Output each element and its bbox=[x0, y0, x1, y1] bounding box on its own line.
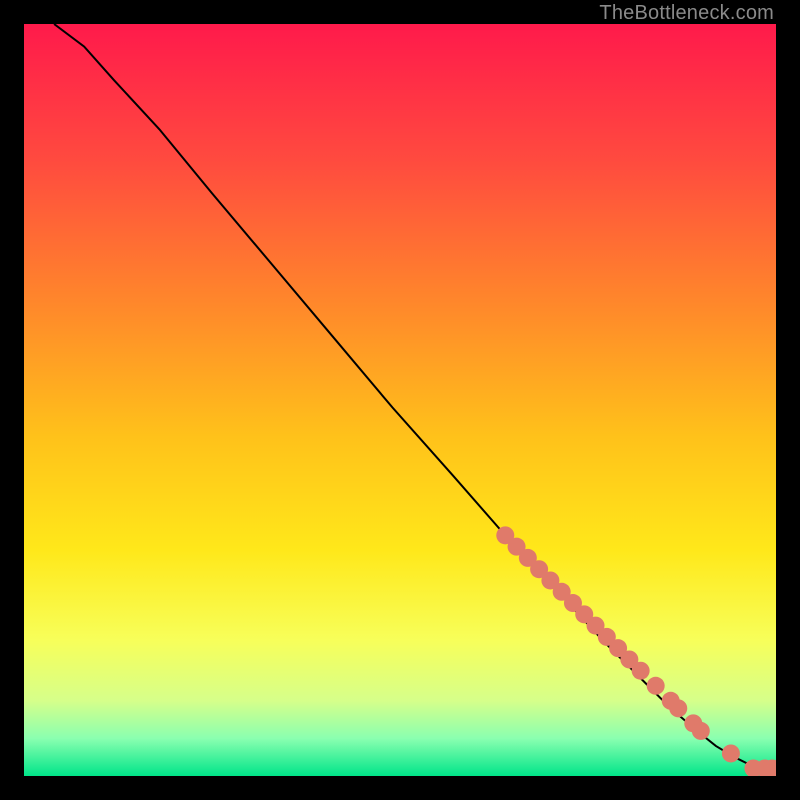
marker-dot bbox=[692, 722, 710, 740]
marker-dot bbox=[632, 662, 650, 680]
watermark-text: TheBottleneck.com bbox=[599, 2, 774, 25]
gradient-background bbox=[24, 24, 776, 776]
marker-dot bbox=[647, 677, 665, 695]
marker-dot bbox=[722, 744, 740, 762]
chart-frame bbox=[24, 24, 776, 776]
marker-dot bbox=[669, 699, 687, 717]
chart-svg bbox=[24, 24, 776, 776]
